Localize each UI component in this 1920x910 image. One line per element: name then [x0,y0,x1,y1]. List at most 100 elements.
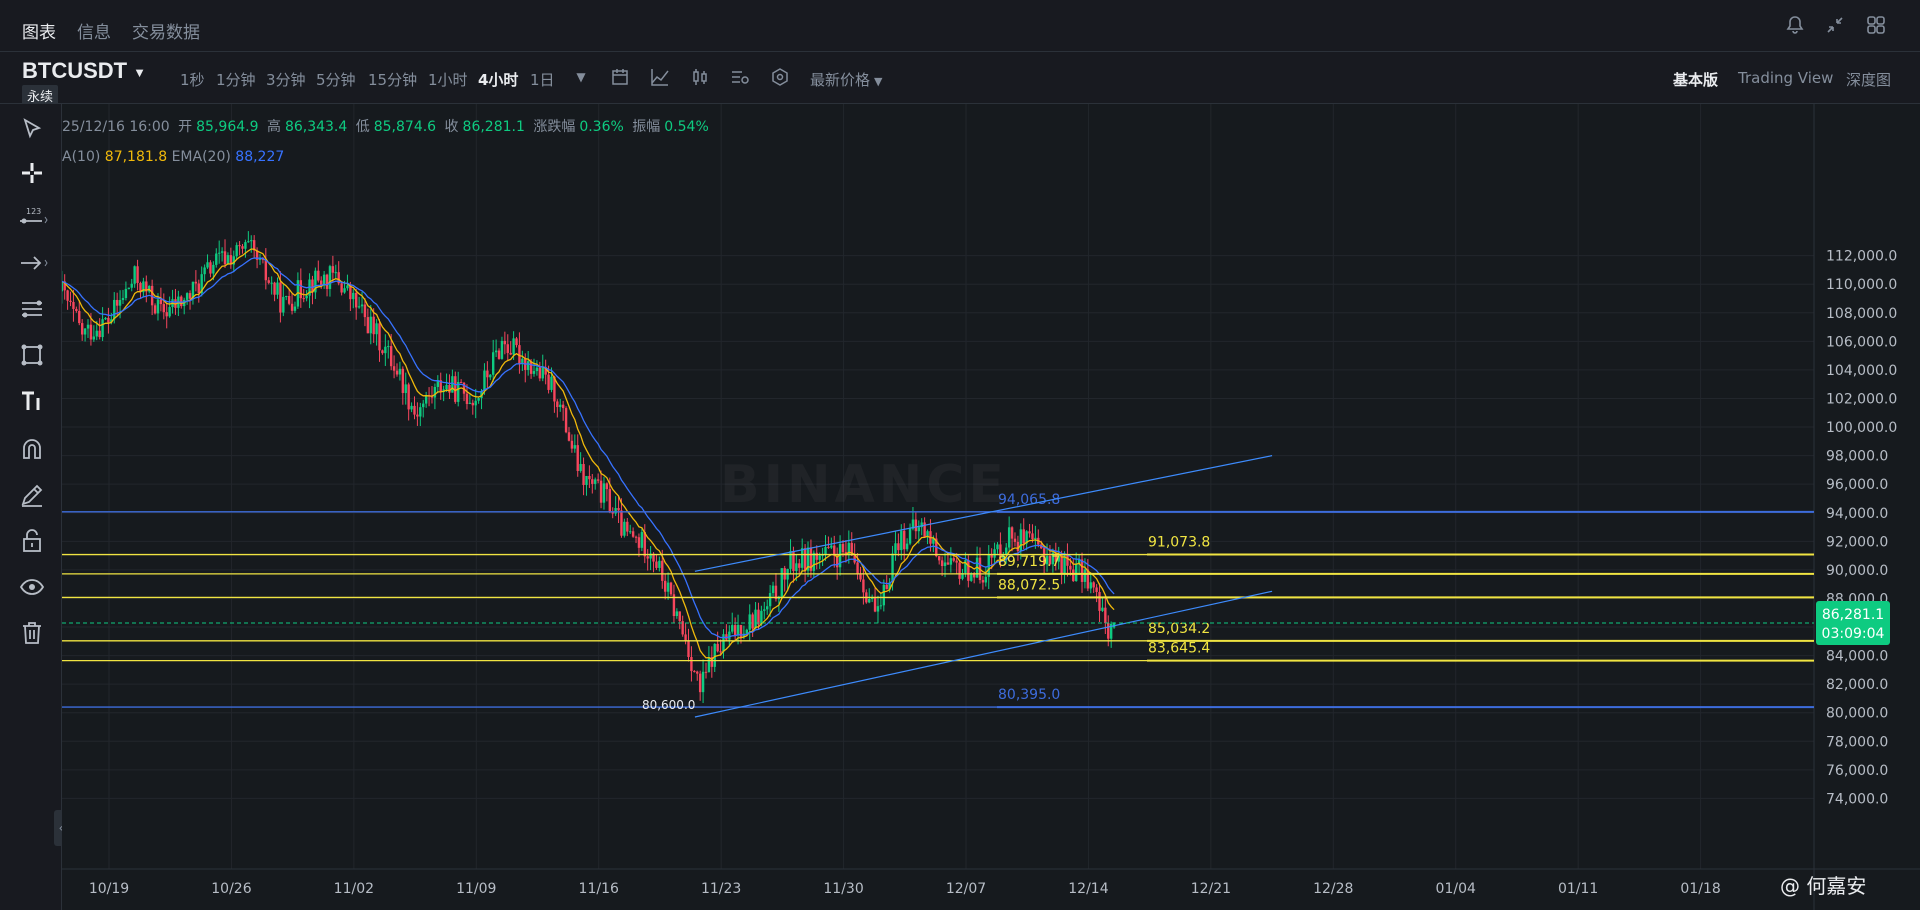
candle-body [188,293,192,299]
level-label: 89,719.7 [998,554,1060,570]
candle-body [1098,592,1101,611]
candle-body [343,288,346,293]
interval-1d[interactable]: 1日 [530,69,555,90]
collapse-arrows-icon[interactable] [1824,15,1846,37]
chart-settings-icon[interactable] [729,67,751,89]
close-label: 收 [444,119,459,135]
amplitude-value: 0.54% [664,119,709,135]
time-tick-label: 10/26 [211,881,251,897]
interval-1h[interactable]: 1小时 [428,69,468,90]
candle-body [69,300,72,302]
arrow-right-icon[interactable] [18,250,48,278]
candle-body [113,299,116,320]
candle-body [1010,527,1014,539]
candle-body [981,580,985,583]
candle-type-icon[interactable] [689,67,711,89]
candle-body [733,625,737,635]
candle-body [270,282,273,284]
candle-body [535,367,539,372]
more-intervals-chevron-icon[interactable]: ▼ [570,70,592,92]
candle-body [646,556,649,559]
last-price-value: 86,281.1 [1822,607,1884,623]
candle-body [404,384,407,394]
interval-1m[interactable]: 1分钟 [216,69,256,90]
change-label: 涨跌幅 [533,119,576,135]
candle-body [287,296,291,304]
candle-body [946,562,950,565]
pattern-icon[interactable] [18,342,46,370]
lock-icon[interactable] [18,528,46,556]
candle-body [107,317,110,323]
grid-layout-icon[interactable] [1865,15,1887,37]
time-tick-label: 10/19 [89,881,129,897]
interval-15m[interactable]: 15分钟 [368,69,417,90]
candle-body [882,584,886,606]
candle-body [217,252,221,254]
pencil-icon[interactable] [18,482,46,510]
interval-1s[interactable]: 1秒 [180,69,205,90]
candle-body [299,280,303,299]
candle-body [366,317,370,334]
candle-body [570,440,574,449]
tab-info[interactable]: 信息 [77,18,111,43]
gear-icon[interactable] [769,67,791,89]
price-label-icon[interactable]: 123 [18,204,48,232]
tab-trading-data[interactable]: 交易数据 [132,18,200,43]
price-type-dropdown[interactable]: 最新价格 ▼ [810,69,882,90]
indicator-icon[interactable] [649,67,671,89]
time-tick-label: 11/02 [334,881,374,897]
candle-body [389,346,393,367]
candle-body [905,543,909,550]
crosshair-icon[interactable] [18,160,46,188]
tab-chart[interactable]: 图表 [22,18,56,58]
eye-icon[interactable] [18,574,46,602]
text-tool-icon[interactable] [18,388,46,416]
candle-body [328,266,332,289]
price-tick-label: 106,000.0 [1826,334,1897,350]
candle-body [471,402,474,406]
trash-icon[interactable] [18,620,46,648]
fib-lines-icon[interactable] [18,296,46,324]
candle-body [392,366,396,371]
price-tick-label: 112,000.0 [1826,249,1897,265]
interval-3m[interactable]: 3分钟 [266,69,306,90]
candle-body [1019,529,1023,551]
mode-tradingview[interactable]: Trading View [1738,69,1833,87]
candle-body [465,393,469,404]
candle-body [282,296,285,313]
mode-depth[interactable]: 深度图 [1846,69,1891,90]
symbol-selector[interactable]: BTCUSDT ▼ [22,58,146,84]
magnet-icon[interactable] [18,436,46,464]
calendar-icon[interactable] [609,67,631,89]
candle-body [1007,527,1011,548]
candle [780,568,783,599]
candle-body [1060,555,1063,574]
candle-body [955,560,958,563]
candle-body [949,558,953,565]
ema20-label: EMA(20) [171,149,231,165]
candle-body [75,308,78,311]
candle-body [1080,559,1084,582]
top-navigation: 图表 信息 交易数据 [0,0,1920,58]
candle-body [279,282,282,313]
candle-body [352,292,355,300]
mode-basic[interactable]: 基本版 [1673,69,1718,90]
candle-body [803,548,807,571]
time-tick-label: 11/23 [701,881,741,897]
candle-body [690,657,693,672]
cursor-icon[interactable] [18,116,46,144]
candle-body [579,464,582,471]
interval-5m[interactable]: 5分钟 [316,69,356,90]
candle-body [203,267,206,275]
candle-body [631,531,635,537]
candle-body [763,609,766,611]
chevron-down-icon: ▼ [874,75,883,88]
candle-body [89,324,93,340]
interval-4h[interactable]: 4小时 [478,69,518,90]
candle [454,371,457,404]
candle-body [666,582,670,592]
open-label: 开 [178,119,193,135]
candle-body [369,316,372,334]
bell-icon[interactable] [1784,15,1806,37]
candle-body [515,338,518,346]
